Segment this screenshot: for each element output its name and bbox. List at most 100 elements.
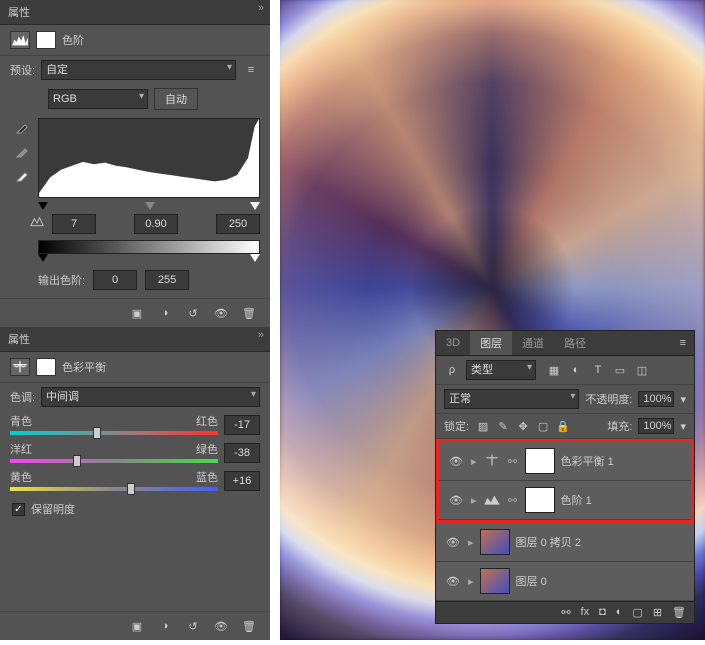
visibility-icon[interactable]: 👁 xyxy=(212,618,230,634)
slider-value-1[interactable] xyxy=(224,443,260,463)
trash-icon[interactable]: 🗑 xyxy=(240,618,258,634)
filter-icon[interactable]: ρ xyxy=(444,363,460,377)
visibility-icon[interactable]: 👁 xyxy=(447,494,465,507)
eyedropper-white-icon[interactable] xyxy=(12,166,32,186)
expand-icon[interactable]: ▸ xyxy=(471,494,477,507)
mask-icon[interactable] xyxy=(36,358,56,376)
trash-icon[interactable]: 🗑 xyxy=(672,606,686,619)
layer-row[interactable]: 👁 ▸ 图层 0 xyxy=(436,562,694,601)
output-black-field[interactable] xyxy=(93,270,137,290)
layer-name[interactable]: 图层 0 拷贝 2 xyxy=(516,534,581,550)
trash-icon[interactable]: 🗑 xyxy=(240,305,258,321)
link-layers-icon[interactable]: ⚯ xyxy=(561,606,570,619)
filter-smart-icon[interactable]: ◫ xyxy=(634,363,650,377)
collapse-icon[interactable]: » xyxy=(258,329,264,341)
preset-select[interactable]: 自定 xyxy=(41,60,236,80)
mask-icon[interactable] xyxy=(36,31,56,49)
preserve-luminosity-checkbox[interactable]: ✓ xyxy=(12,503,25,516)
slider-right-label: 蓝色 xyxy=(196,469,218,485)
tone-select[interactable]: 中间调 xyxy=(41,387,260,407)
output-gradient[interactable] xyxy=(38,240,260,254)
panel1-footer: ▣ ◑ ↺ 👁 🗑 xyxy=(0,298,270,327)
blend-mode-select[interactable]: 正常 xyxy=(444,389,579,409)
layer-name[interactable]: 图层 0 xyxy=(516,573,547,589)
preserve-luminosity-label: 保留明度 xyxy=(31,501,75,517)
levels-adustment-header: 色阶 xyxy=(0,25,270,56)
reset-icon[interactable]: ↺ xyxy=(184,305,202,321)
slider-left-label: 青色 xyxy=(10,413,32,429)
clip-icon[interactable] xyxy=(30,216,44,232)
output-white-field[interactable] xyxy=(145,270,189,290)
layer-name[interactable]: 色彩平衡 1 xyxy=(561,453,614,469)
clip-to-layer-icon[interactable]: ▣ xyxy=(128,618,146,634)
color-balance-header: 色彩平衡 xyxy=(0,352,270,383)
filter-type-icon[interactable]: T xyxy=(590,363,606,377)
visibility-icon[interactable]: 👁 xyxy=(212,305,230,321)
visibility-icon[interactable]: 👁 xyxy=(444,536,462,549)
panel-menu-icon[interactable]: ≡ xyxy=(672,333,694,353)
opacity-label: 不透明度: xyxy=(585,391,632,407)
opacity-field[interactable]: 100% xyxy=(638,391,674,407)
tab-3D[interactable]: 3D xyxy=(436,333,470,353)
slider-left-label: 黄色 xyxy=(10,469,32,485)
lock-artboard-icon[interactable]: ▢ xyxy=(535,419,551,433)
link-icon[interactable]: ⚯ xyxy=(507,455,519,468)
new-layer-icon[interactable]: ⊞ xyxy=(653,606,662,619)
color-slider-2[interactable] xyxy=(10,487,218,491)
chevron-down-icon[interactable]: ▾ xyxy=(680,420,686,433)
visibility-icon[interactable]: 👁 xyxy=(447,455,465,468)
layer-row[interactable]: 👁 ▸ 图层 0 拷贝 2 xyxy=(436,523,694,562)
filter-shape-icon[interactable]: ▭ xyxy=(612,363,628,377)
view-previous-icon[interactable]: ◑ xyxy=(156,618,174,634)
lock-position-icon[interactable]: ✥ xyxy=(515,419,531,433)
slider-value-2[interactable] xyxy=(224,471,260,491)
layer-row[interactable]: 👁 ▸ ⚯ 色阶 1 xyxy=(439,481,691,520)
color-slider-0[interactable] xyxy=(10,431,218,435)
input-white-field[interactable] xyxy=(216,214,260,234)
filter-pixel-icon[interactable]: ▦ xyxy=(546,363,562,377)
lock-all-icon[interactable]: 🔒 xyxy=(555,419,571,433)
layer-fx-icon[interactable]: fx xyxy=(581,606,590,619)
reset-icon[interactable]: ↺ xyxy=(184,618,202,634)
filter-adjustment-icon[interactable]: ◐ xyxy=(568,363,584,377)
layer-thumb xyxy=(480,568,510,594)
layer-name[interactable]: 色阶 1 xyxy=(561,492,592,508)
view-previous-icon[interactable]: ◑ xyxy=(156,305,174,321)
tab-路径[interactable]: 路径 xyxy=(554,331,596,355)
channel-select[interactable]: RGB xyxy=(48,89,148,109)
collapse-icon[interactable]: » xyxy=(258,2,264,14)
histogram-icon xyxy=(10,31,30,49)
lock-pixels-icon[interactable]: ✎ xyxy=(495,419,511,433)
group-icon[interactable]: ▢ xyxy=(632,606,642,619)
mask-thumb[interactable] xyxy=(525,448,555,474)
chevron-down-icon[interactable]: ▾ xyxy=(680,393,686,406)
visibility-icon[interactable]: 👁 xyxy=(444,575,462,588)
tab-通道[interactable]: 通道 xyxy=(512,331,554,355)
balance-icon xyxy=(10,358,30,376)
adjustment-icon xyxy=(483,492,501,509)
clip-to-layer-icon[interactable]: ▣ xyxy=(128,305,146,321)
input-black-field[interactable] xyxy=(52,214,96,234)
layer-row[interactable]: 👁 ▸ ⚯ 色彩平衡 1 xyxy=(439,442,691,481)
input-gamma-field[interactable] xyxy=(134,214,178,234)
eyedropper-black-icon[interactable] xyxy=(12,118,32,138)
expand-icon[interactable]: ▸ xyxy=(468,575,474,588)
preset-menu-icon[interactable]: ≡ xyxy=(242,62,260,78)
filter-type-select[interactable]: 类型 xyxy=(466,360,536,380)
tab-图层[interactable]: 图层 xyxy=(470,331,512,355)
fill-field[interactable]: 100% xyxy=(638,418,674,434)
auto-button[interactable]: 自动 xyxy=(154,88,198,110)
eyedropper-gray-icon[interactable] xyxy=(12,142,32,162)
expand-icon[interactable]: ▸ xyxy=(468,536,474,549)
link-icon[interactable]: ⚯ xyxy=(507,494,519,507)
output-slider[interactable] xyxy=(38,254,260,264)
expand-icon[interactable]: ▸ xyxy=(471,455,477,468)
lock-transparency-icon[interactable]: ▨ xyxy=(475,419,491,433)
layer-mask-icon[interactable]: ◘ xyxy=(599,606,606,619)
input-slider[interactable] xyxy=(38,202,260,212)
adjustment-layer-icon[interactable]: ◐ xyxy=(616,606,623,619)
adjustment-name: 色彩平衡 xyxy=(62,359,106,375)
color-slider-1[interactable] xyxy=(10,459,218,463)
mask-thumb[interactable] xyxy=(525,487,555,513)
slider-value-0[interactable] xyxy=(224,415,260,435)
